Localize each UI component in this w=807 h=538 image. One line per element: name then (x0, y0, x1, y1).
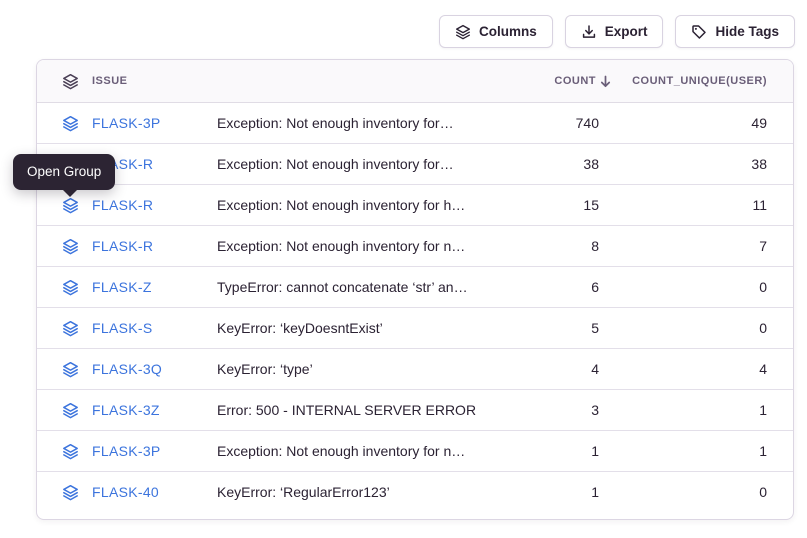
count-unique-value: 1 (612, 443, 793, 459)
issue-link[interactable]: FLASK-R (92, 238, 153, 254)
stack-icon (62, 361, 79, 378)
column-header-count[interactable]: COUNT (492, 75, 612, 88)
button-label: Columns (479, 24, 537, 39)
stack-icon (62, 402, 79, 419)
count-unique-value: 1 (612, 402, 793, 418)
tooltip-arrow (63, 190, 77, 197)
stack-icon (62, 197, 79, 214)
table-row: FLASK-3Z Error: 500 - INTERNAL SERVER ERR… (37, 390, 793, 431)
table-row: FLASK-Z TypeError: cannot concatenate ‘st… (37, 267, 793, 308)
issue-title: Exception: Not enough inventory for… (217, 156, 492, 172)
columns-button[interactable]: Columns (439, 15, 553, 48)
issue-link[interactable]: FLASK-40 (92, 484, 159, 500)
issue-link[interactable]: FLASK-Z (92, 279, 152, 295)
count-unique-value: 0 (612, 320, 793, 336)
count-unique-value: 38 (612, 156, 793, 172)
stack-icon (62, 73, 79, 90)
table-row: FLASK-40 KeyError: ‘RegularError123’10 (37, 472, 793, 512)
issue-cell: FLASK-3P (37, 115, 217, 132)
issue-cell: FLASK-R (37, 238, 217, 255)
button-label: Export (605, 24, 648, 39)
issue-link[interactable]: FLASK-3Z (92, 402, 160, 418)
issue-title: KeyError: ‘RegularError123’ (217, 484, 492, 500)
table-row: FLASK-RException: Not enough inventory f… (37, 144, 793, 185)
table-row: FLASK-R Exception: Not enough inventory f… (37, 226, 793, 267)
table-row: FLASK-3P Exception: Not enough inventory … (37, 103, 793, 144)
count-value: 740 (492, 115, 612, 131)
stack-icon (62, 115, 79, 132)
count-unique-value: 0 (612, 279, 793, 295)
count-unique-value: 4 (612, 361, 793, 377)
count-value: 1 (492, 484, 612, 500)
count-value: 38 (492, 156, 612, 172)
stack-icon (62, 320, 79, 337)
stack-icon (455, 24, 471, 40)
stack-icon (62, 443, 79, 460)
count-value: 5 (492, 320, 612, 336)
issue-link[interactable]: FLASK-3Q (92, 361, 162, 377)
issue-cell: FLASK-3Z (37, 402, 217, 419)
issue-title: KeyError: ‘keyDoesntExist’ (217, 320, 492, 336)
table-header: ISSUE COUNT COUNT_UNIQUE(USER) (37, 60, 793, 103)
issue-title: TypeError: cannot concatenate ‘str’ an… (217, 279, 492, 295)
count-value: 4 (492, 361, 612, 377)
button-label: Hide Tags (715, 24, 779, 39)
sort-desc-icon (599, 75, 612, 88)
tag-icon (691, 24, 707, 40)
count-value: 6 (492, 279, 612, 295)
count-value: 15 (492, 197, 612, 213)
issue-cell: FLASK-S (37, 320, 217, 337)
stack-icon (62, 279, 79, 296)
count-unique-value: 11 (612, 197, 793, 213)
issue-link[interactable]: FLASK-R (92, 197, 153, 213)
issue-cell: FLASK-3P (37, 443, 217, 460)
stack-icon (62, 238, 79, 255)
issue-cell: FLASK-3Q (37, 361, 217, 378)
download-icon (581, 24, 597, 40)
issue-link[interactable]: FLASK-3P (92, 115, 161, 131)
hide-tags-button[interactable]: Hide Tags (675, 15, 795, 48)
issue-title: Exception: Not enough inventory for h… (217, 197, 492, 213)
issue-link[interactable]: FLASK-S (92, 320, 152, 336)
issue-title: Exception: Not enough inventory for… (217, 115, 492, 131)
toolbar: Columns Export Hide Tags (439, 15, 795, 48)
column-header-issue[interactable]: ISSUE (37, 73, 217, 90)
table-row: FLASK-S KeyError: ‘keyDoesntExist’50 (37, 308, 793, 349)
column-label-count: COUNT (554, 75, 596, 87)
export-button[interactable]: Export (565, 15, 664, 48)
count-unique-value: 49 (612, 115, 793, 131)
issue-link[interactable]: FLASK-3P (92, 443, 161, 459)
issue-cell: FLASK-Z (37, 279, 217, 296)
column-label-count-unique: COUNT_UNIQUE(USER) (632, 75, 767, 87)
table-row: FLASK-3QKeyError: ‘type’44 (37, 349, 793, 390)
results-table: ISSUE COUNT COUNT_UNIQUE(USER) FLASK-3P E… (36, 59, 794, 520)
count-unique-value: 7 (612, 238, 793, 254)
issue-title: Error: 500 - INTERNAL SERVER ERROR (217, 402, 492, 418)
open-group-tooltip: Open Group (13, 154, 115, 190)
column-header-count-unique[interactable]: COUNT_UNIQUE(USER) (612, 75, 793, 87)
tooltip-label: Open Group (27, 164, 101, 179)
issue-title: KeyError: ‘type’ (217, 361, 492, 377)
count-value: 8 (492, 238, 612, 254)
column-label-issue: ISSUE (92, 75, 128, 87)
table-body: FLASK-3P Exception: Not enough inventory … (37, 103, 793, 512)
issue-title: Exception: Not enough inventory for n… (217, 443, 492, 459)
table-row: FLASK-3P Exception: Not enough inventory … (37, 431, 793, 472)
count-value: 1 (492, 443, 612, 459)
issue-cell: FLASK-40 (37, 484, 217, 501)
table-row: FLASK-R Exception: Not enough inventory f… (37, 185, 793, 226)
issue-title: Exception: Not enough inventory for n… (217, 238, 492, 254)
count-unique-value: 0 (612, 484, 793, 500)
stack-icon (62, 484, 79, 501)
issue-cell: FLASK-R (37, 197, 217, 214)
count-value: 3 (492, 402, 612, 418)
